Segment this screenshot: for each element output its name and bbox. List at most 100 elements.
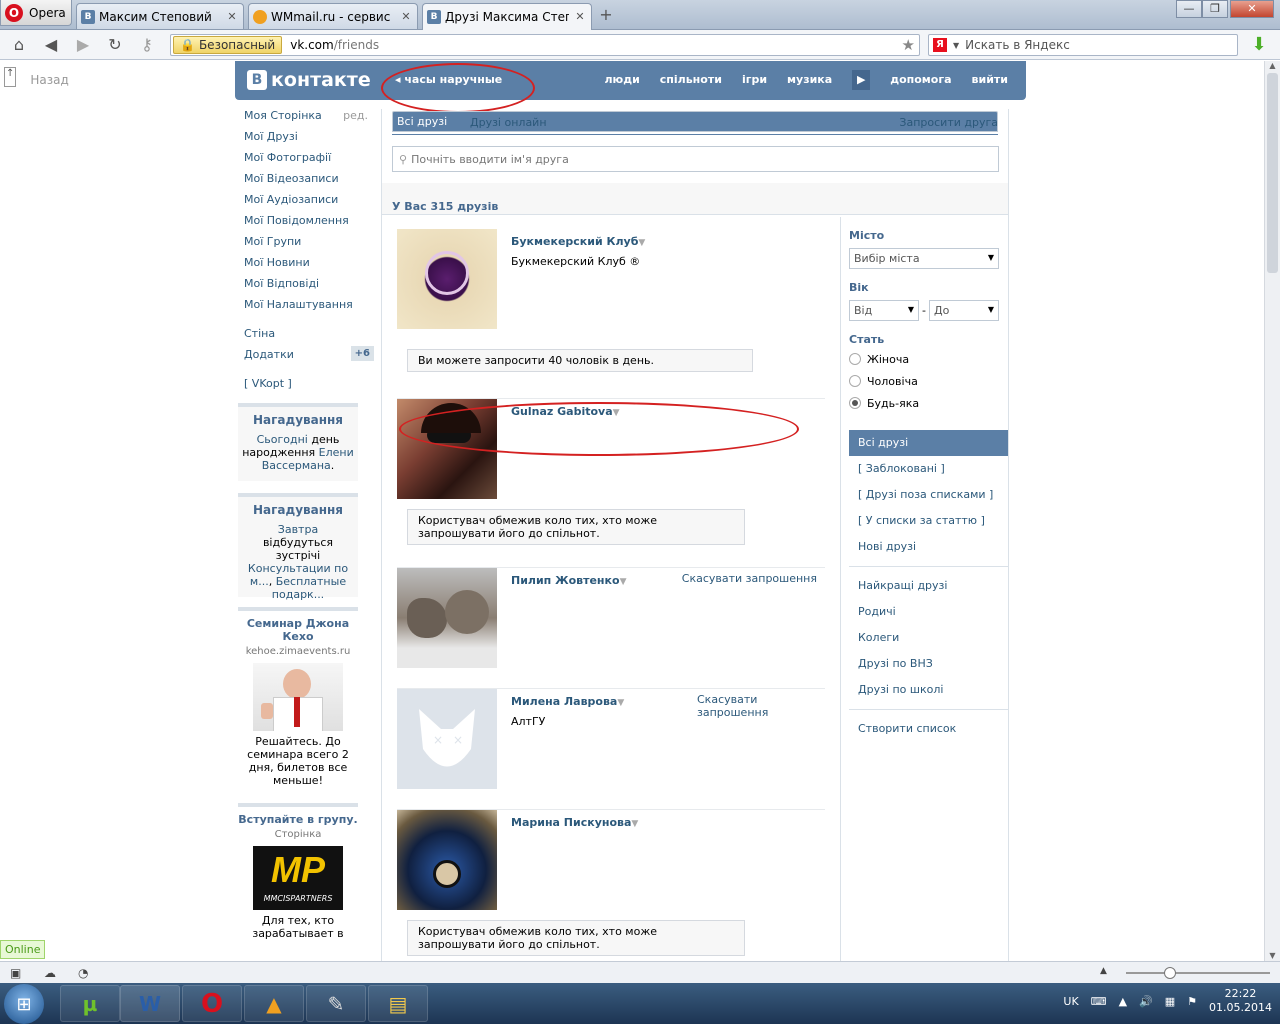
windows-start-icon[interactable]: ⊞: [4, 984, 44, 1024]
age-from-select[interactable]: Від ▼: [849, 300, 919, 321]
menu-my-page[interactable]: Моя Сторінка ред.: [244, 109, 374, 130]
list-best-friends[interactable]: Найкращі друзі: [849, 573, 1008, 599]
friend-avatar[interactable]: [397, 810, 497, 910]
friend-avatar[interactable]: [397, 568, 497, 668]
menu-my-replies[interactable]: Мої Відповіді: [244, 277, 374, 298]
user-status[interactable]: ◂ часы наручные: [395, 73, 502, 86]
apps-count-badge[interactable]: +6: [350, 346, 374, 361]
ad-logo-image[interactable]: MP MMCISPARTNERS: [253, 846, 343, 910]
close-window-button[interactable]: ✕: [1230, 0, 1274, 18]
page-scrollbar[interactable]: ▲ ▼: [1264, 61, 1280, 961]
browser-tab-1[interactable]: В Максим Степовий ✕: [76, 3, 244, 29]
friend-name[interactable]: Милена Лаврова▼: [511, 695, 624, 708]
paint-icon[interactable]: ✎: [306, 985, 366, 1022]
key-icon[interactable]: ⚷: [136, 34, 158, 56]
scroll-down-icon[interactable]: ▼: [1267, 951, 1278, 961]
maximize-button[interactable]: ❐: [1202, 0, 1228, 18]
menu-my-groups[interactable]: Мої Групи: [244, 235, 374, 256]
list-relatives[interactable]: Родичі: [849, 599, 1008, 625]
menu-vkopt[interactable]: [ VKopt ]: [244, 377, 374, 398]
nav-help[interactable]: допомога: [890, 73, 951, 90]
menu-my-messages[interactable]: Мої Повідомлення: [244, 214, 374, 235]
ad-title[interactable]: Вступайте в групу.: [238, 813, 358, 826]
reload-icon[interactable]: ↻: [104, 34, 126, 56]
browser-tab-2[interactable]: WMmail.ru - сервис п... ✕: [248, 3, 418, 29]
list-unlisted[interactable]: [ Друзі поза списками ]: [849, 482, 1008, 508]
nav-communities[interactable]: спільноти: [660, 73, 722, 90]
menu-my-videos[interactable]: Мої Відеозаписи: [244, 172, 374, 193]
age-to-select[interactable]: До ▼: [928, 300, 999, 321]
explorer-folder-icon[interactable]: ▤: [368, 985, 428, 1022]
ad-block-group[interactable]: Вступайте в групу. Сторінка MP MMCISPART…: [238, 803, 358, 961]
zoom-out-icon[interactable]: ▲: [1100, 966, 1107, 976]
cancel-invite-link[interactable]: Скасувати запрошення: [697, 693, 777, 719]
list-all-friends[interactable]: Всі друзі: [849, 430, 1008, 456]
close-tab-icon[interactable]: ✕: [225, 10, 239, 24]
list-colleagues[interactable]: Колеги: [849, 625, 1008, 651]
ad-image[interactable]: [253, 663, 343, 731]
nav-people[interactable]: люди: [604, 73, 639, 90]
language-indicator[interactable]: UK: [1063, 995, 1078, 1008]
menu-my-photos[interactable]: Мої Фотографії: [244, 151, 374, 172]
list-school[interactable]: Друзі по школі: [849, 677, 1008, 703]
back-icon[interactable]: ◀: [40, 34, 62, 56]
sex-female-radio[interactable]: Жіноча: [849, 348, 1008, 370]
friend-name[interactable]: Букмекерский Клуб▼: [511, 235, 645, 248]
vk-logo[interactable]: В контакте: [247, 69, 371, 91]
chevron-down-icon[interactable]: ▼: [638, 238, 645, 248]
chevron-down-icon[interactable]: ▼: [620, 577, 627, 587]
list-by-sex[interactable]: [ У списки за статтю ]: [849, 508, 1008, 534]
minimize-button[interactable]: —: [1176, 0, 1202, 18]
volume-icon[interactable]: 🔊: [1139, 995, 1153, 1008]
menu-wall[interactable]: Стіна: [244, 327, 374, 348]
tomorrow-link[interactable]: Завтра: [278, 523, 318, 536]
menu-apps[interactable]: Додатки +6: [244, 346, 374, 369]
nav-games[interactable]: ігри: [742, 73, 767, 90]
network-icon[interactable]: ▦: [1165, 995, 1175, 1008]
nav-logout[interactable]: вийти: [972, 73, 1008, 90]
opera-icon[interactable]: O: [182, 985, 242, 1022]
list-university[interactable]: Друзі по ВНЗ: [849, 651, 1008, 677]
home-icon[interactable]: ⌂: [8, 34, 30, 56]
scroll-thumb[interactable]: [1267, 73, 1278, 273]
secure-badge[interactable]: 🔒 Безопасный: [173, 36, 283, 54]
friend-avatar[interactable]: [397, 229, 497, 329]
new-tab-button[interactable]: +: [596, 6, 616, 24]
keyboard-icon[interactable]: ⌨: [1091, 995, 1107, 1008]
event-link[interactable]: Бесплатные подарк...: [272, 575, 346, 601]
chevron-down-icon[interactable]: ▼: [617, 698, 624, 708]
edit-link[interactable]: ред.: [343, 109, 368, 122]
menu-my-news[interactable]: Мої Новини: [244, 256, 374, 277]
chevron-down-icon[interactable]: ▼: [631, 819, 638, 829]
opera-menu-button[interactable]: O Opera: [0, 0, 72, 26]
menu-my-audio[interactable]: Мої Аудіозаписи: [244, 193, 374, 214]
address-bar[interactable]: 🔒 Безопасный vk.com/friends ★: [170, 34, 920, 56]
arrow-up-icon[interactable]: ▲: [1119, 995, 1127, 1008]
close-tab-icon[interactable]: ✕: [573, 10, 587, 24]
city-select[interactable]: Вибір міста ▼: [849, 248, 999, 269]
sex-any-radio[interactable]: Будь-яка: [849, 392, 1008, 414]
cloud-icon[interactable]: ☁: [44, 966, 56, 980]
play-icon[interactable]: ▶: [852, 70, 871, 90]
create-list-link[interactable]: Створити список: [849, 716, 1008, 742]
panel-toggle-icon[interactable]: ▣: [10, 966, 21, 980]
browser-tab-3[interactable]: В Друзі Максима Степо... ✕: [422, 3, 592, 30]
close-tab-icon[interactable]: ✕: [399, 10, 413, 24]
action-center-icon[interactable]: ⚑: [1187, 995, 1197, 1008]
menu-my-settings[interactable]: Мої Налаштування: [244, 298, 374, 319]
download-icon[interactable]: ⬇: [1250, 35, 1268, 55]
friend-avatar[interactable]: [397, 399, 497, 499]
word-icon[interactable]: W: [120, 985, 180, 1022]
nav-music[interactable]: музика: [787, 73, 832, 90]
forward-icon[interactable]: ▶: [72, 34, 94, 56]
yandex-search-field[interactable]: Я ▼ Искать в Яндекс: [928, 34, 1238, 56]
utorrent-icon[interactable]: µ: [60, 985, 120, 1022]
menu-my-friends[interactable]: Мої Друзі: [244, 130, 374, 151]
list-blocked[interactable]: [ Заблоковані ]: [849, 456, 1008, 482]
aimp-icon[interactable]: ▲: [244, 985, 304, 1022]
speed-dial-icon[interactable]: ◔: [78, 966, 88, 980]
today-link[interactable]: Сьогодні: [257, 433, 308, 446]
friend-search-input[interactable]: ⚲ Почніть вводити ім'я друга: [392, 146, 999, 172]
sex-male-radio[interactable]: Чоловіча: [849, 370, 1008, 392]
cancel-invite-link[interactable]: Скасувати запрошення: [682, 572, 817, 585]
